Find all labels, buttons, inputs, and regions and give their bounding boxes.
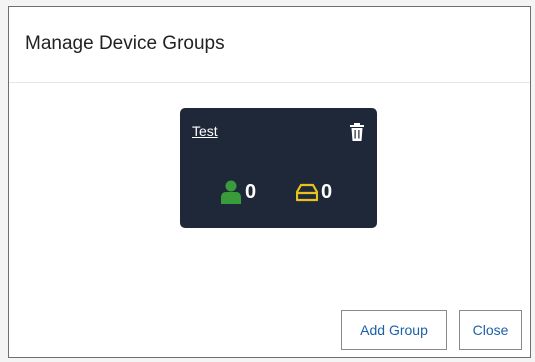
group-devices-count: 0 <box>296 179 332 205</box>
add-group-button[interactable]: Add Group <box>341 310 447 350</box>
users-count-value: 0 <box>245 180 257 203</box>
group-name-link[interactable]: Test <box>192 123 218 139</box>
device-group-card: Test 0 0 <box>180 108 377 228</box>
group-users-count: 0 <box>220 179 256 205</box>
dialog-title: Manage Device Groups <box>25 33 225 54</box>
devices-count-value: 0 <box>321 180 333 203</box>
device-icon <box>296 183 318 202</box>
user-icon <box>221 180 241 204</box>
dialog-header: Manage Device Groups <box>9 7 530 83</box>
trash-icon[interactable] <box>349 123 365 141</box>
manage-device-groups-dialog: Manage Device Groups Test 0 0 Add Group <box>8 6 531 358</box>
close-button[interactable]: Close <box>459 310 522 350</box>
